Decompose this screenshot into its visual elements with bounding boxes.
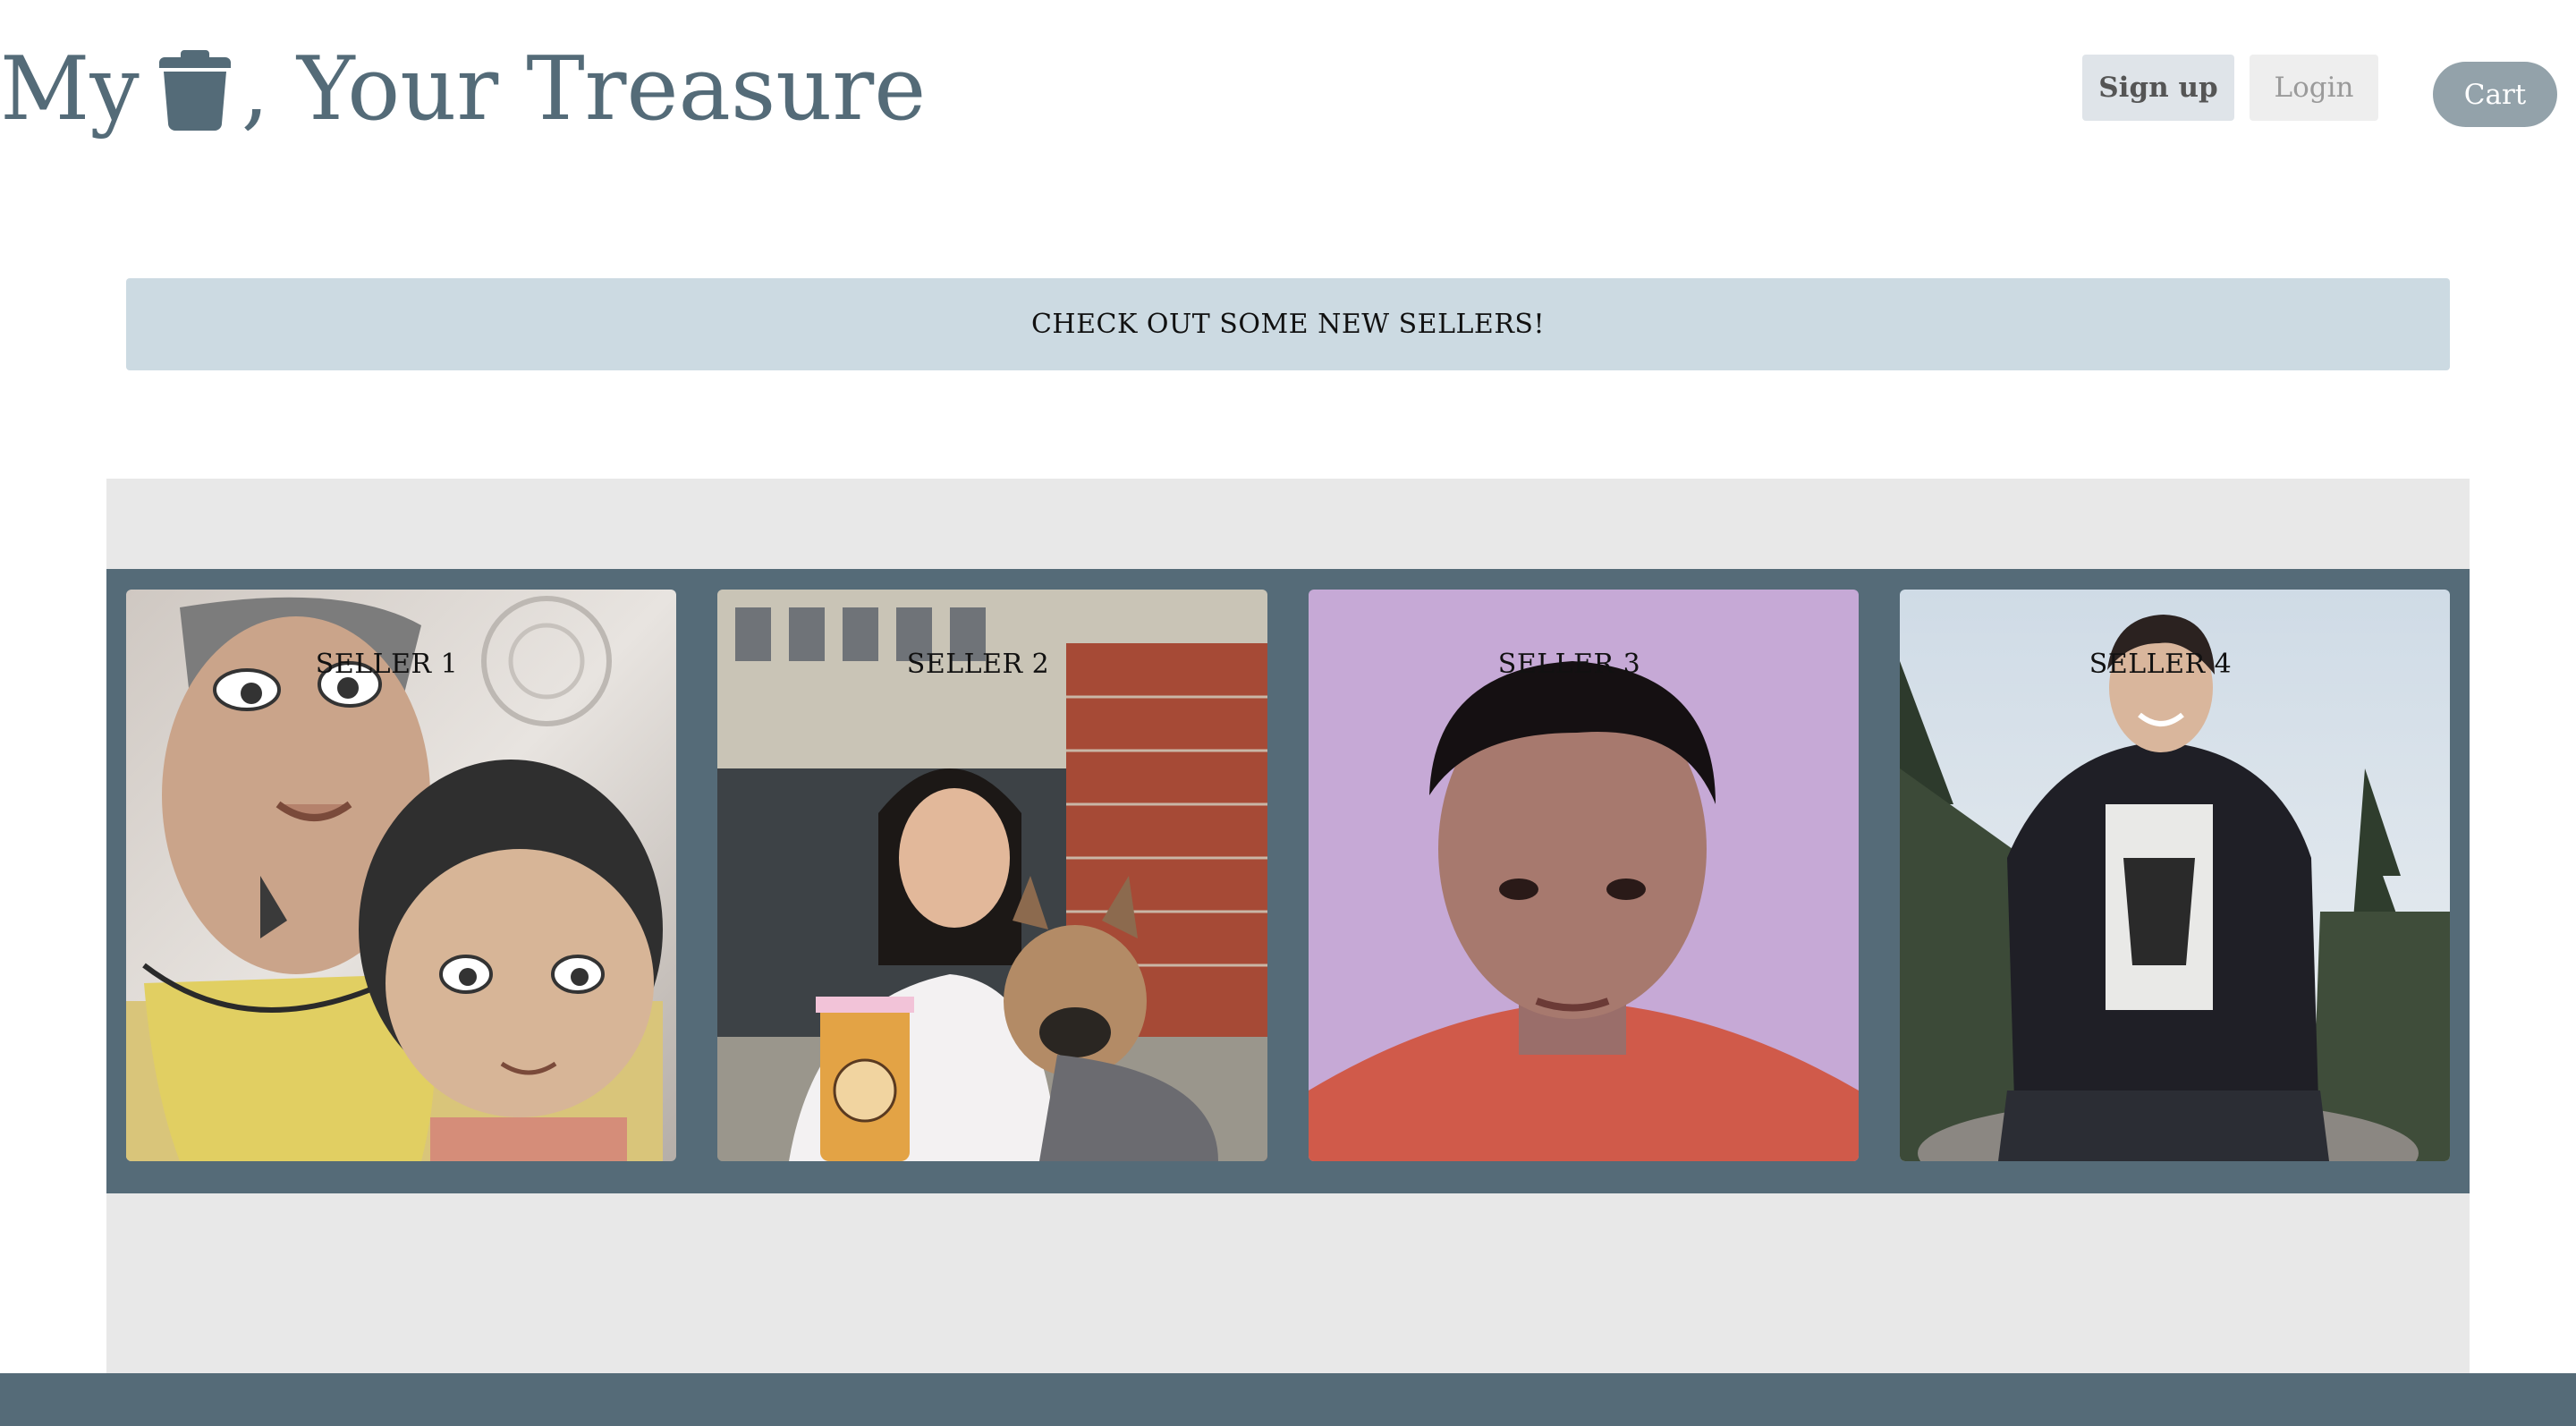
site-title-prefix: My xyxy=(0,38,140,140)
seller-card-4[interactable]: SELLER 4 xyxy=(1900,590,2450,1161)
site-title[interactable]: My , Your Treasure xyxy=(0,27,926,152)
site-title-suffix: , Your Treasure xyxy=(241,38,927,140)
seller-card-2[interactable]: SELLER 2 xyxy=(717,590,1267,1161)
footer xyxy=(0,1373,2576,1426)
seller-card-1[interactable]: SELLER 1 xyxy=(126,590,676,1161)
seller-3-label: SELLER 3 xyxy=(1497,649,1641,680)
trash-icon xyxy=(158,48,231,131)
login-button[interactable]: Login xyxy=(2250,55,2378,121)
seller-card-3[interactable]: SELLER 3 xyxy=(1309,590,1859,1161)
seller-4-label: SELLER 4 xyxy=(2089,649,2233,680)
signup-button[interactable]: Sign up xyxy=(2082,55,2234,121)
page: My , Your Treasure Sign up Login Cart CH… xyxy=(0,0,2576,1426)
seller-2-label: SELLER 2 xyxy=(906,649,1050,680)
seller-1-label: SELLER 1 xyxy=(315,649,459,680)
cart-button[interactable]: Cart xyxy=(2433,62,2557,127)
banner-text: CHECK OUT SOME NEW SELLERS! xyxy=(1030,309,1546,340)
new-sellers-banner: CHECK OUT SOME NEW SELLERS! xyxy=(126,278,2450,370)
